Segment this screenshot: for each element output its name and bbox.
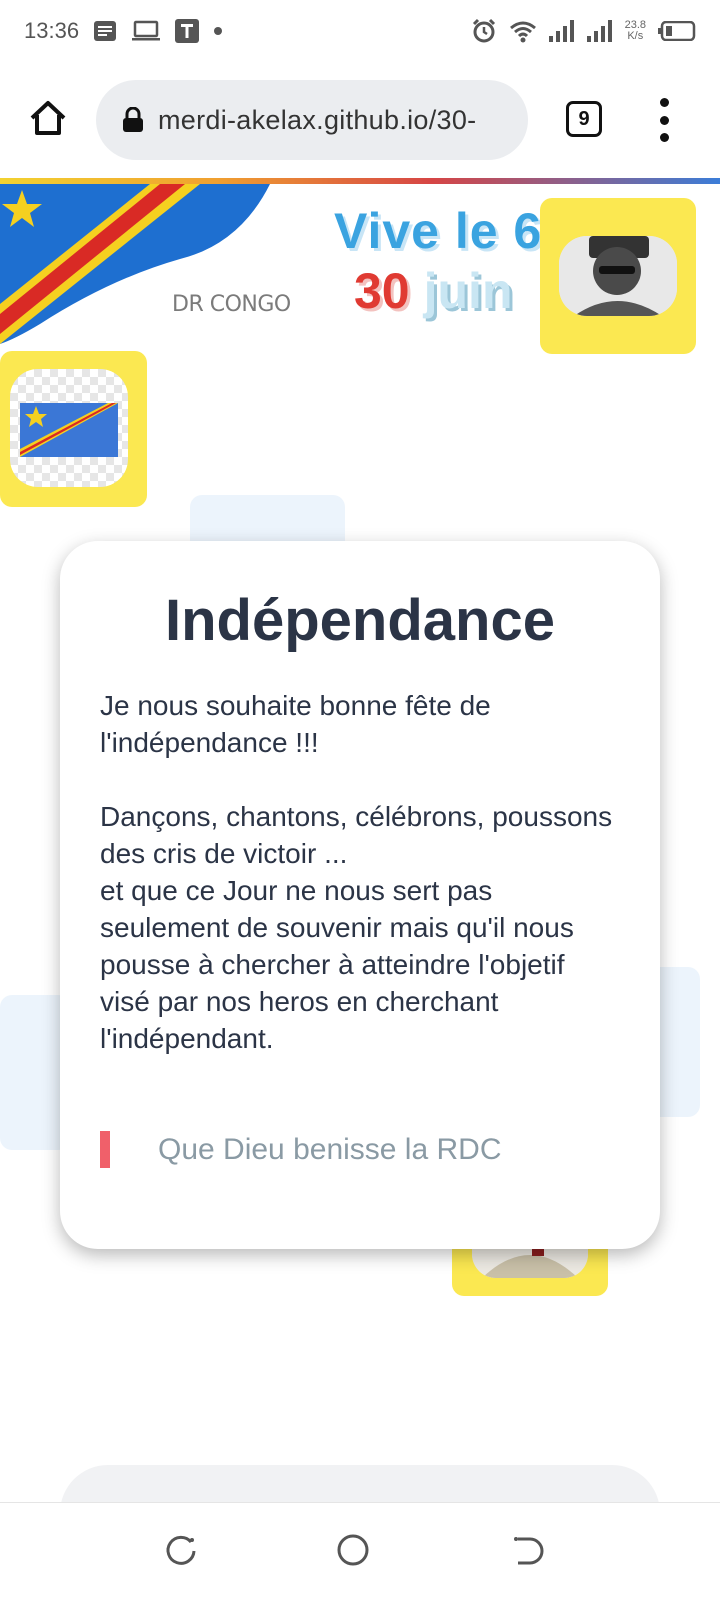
- status-bar: 13:36 23.8 K/s: [0, 0, 720, 62]
- quote-bar: [100, 1131, 110, 1168]
- t-app-icon: [175, 19, 200, 43]
- message-paragraph-2: Dançons, chantons, célébrons, poussons d…: [100, 801, 613, 1054]
- back-icon: [514, 1537, 544, 1565]
- quote-text: Que Dieu benisse la RDC: [158, 1132, 502, 1166]
- flag-card[interactable]: [0, 351, 147, 507]
- system-navigation-bar: [0, 1502, 720, 1600]
- battery-icon: [658, 21, 696, 41]
- recents-button[interactable]: [163, 1533, 199, 1569]
- status-time: 13:36: [24, 18, 80, 43]
- recents-icon: [166, 1535, 196, 1565]
- country-label: DR CONGO: [172, 292, 291, 317]
- menu-dot: [659, 115, 669, 125]
- independence-modal: Indépendance Je nous souhaite bonne fête…: [60, 541, 660, 1249]
- portrait-card-mobutu[interactable]: [540, 198, 696, 354]
- url-text: merdi-akelax.github.io/30-: [158, 104, 477, 135]
- message-paragraph-1: Je nous souhaite bonne fête de l'indépen…: [100, 690, 491, 758]
- modal-title: Indépendance: [165, 588, 555, 653]
- menu-dot: [659, 98, 669, 107]
- signal-icon: [586, 20, 613, 42]
- browser-toolbar: merdi-akelax.github.io/30- 9: [0, 62, 720, 178]
- overflow-menu-button[interactable]: [652, 98, 676, 142]
- home-button[interactable]: [28, 98, 68, 138]
- menu-dot: [659, 133, 669, 142]
- notes-icon: [93, 20, 117, 42]
- date-number: 30: [354, 263, 410, 319]
- laptop-icon: [131, 20, 161, 42]
- signal-icon: [548, 20, 575, 42]
- alarm-icon: [471, 18, 497, 44]
- hero-date: 30 juin: [354, 262, 513, 320]
- lock-icon: [123, 107, 143, 132]
- blessing-quote: Que Dieu benisse la RDC: [100, 1131, 502, 1168]
- address-bar[interactable]: merdi-akelax.github.io/30-: [96, 80, 528, 160]
- net-speed: 23.8 K/s: [624, 19, 646, 42]
- back-button[interactable]: [510, 1533, 546, 1569]
- wifi-icon: [509, 19, 537, 43]
- hero-headline: Vive le 6: [334, 203, 543, 259]
- home-circle-icon: [337, 1534, 369, 1566]
- home-nav-button[interactable]: [336, 1533, 370, 1567]
- flag-image: [10, 369, 128, 487]
- date-month: juin: [423, 263, 513, 319]
- tab-switcher-button[interactable]: 9: [566, 101, 602, 137]
- portrait-image: [559, 236, 677, 316]
- drc-flag-banner: [0, 184, 290, 344]
- modal-message: Je nous souhaite bonne fête de l'indépen…: [100, 687, 620, 1057]
- dot-icon: [213, 26, 223, 36]
- home-icon: [30, 101, 66, 135]
